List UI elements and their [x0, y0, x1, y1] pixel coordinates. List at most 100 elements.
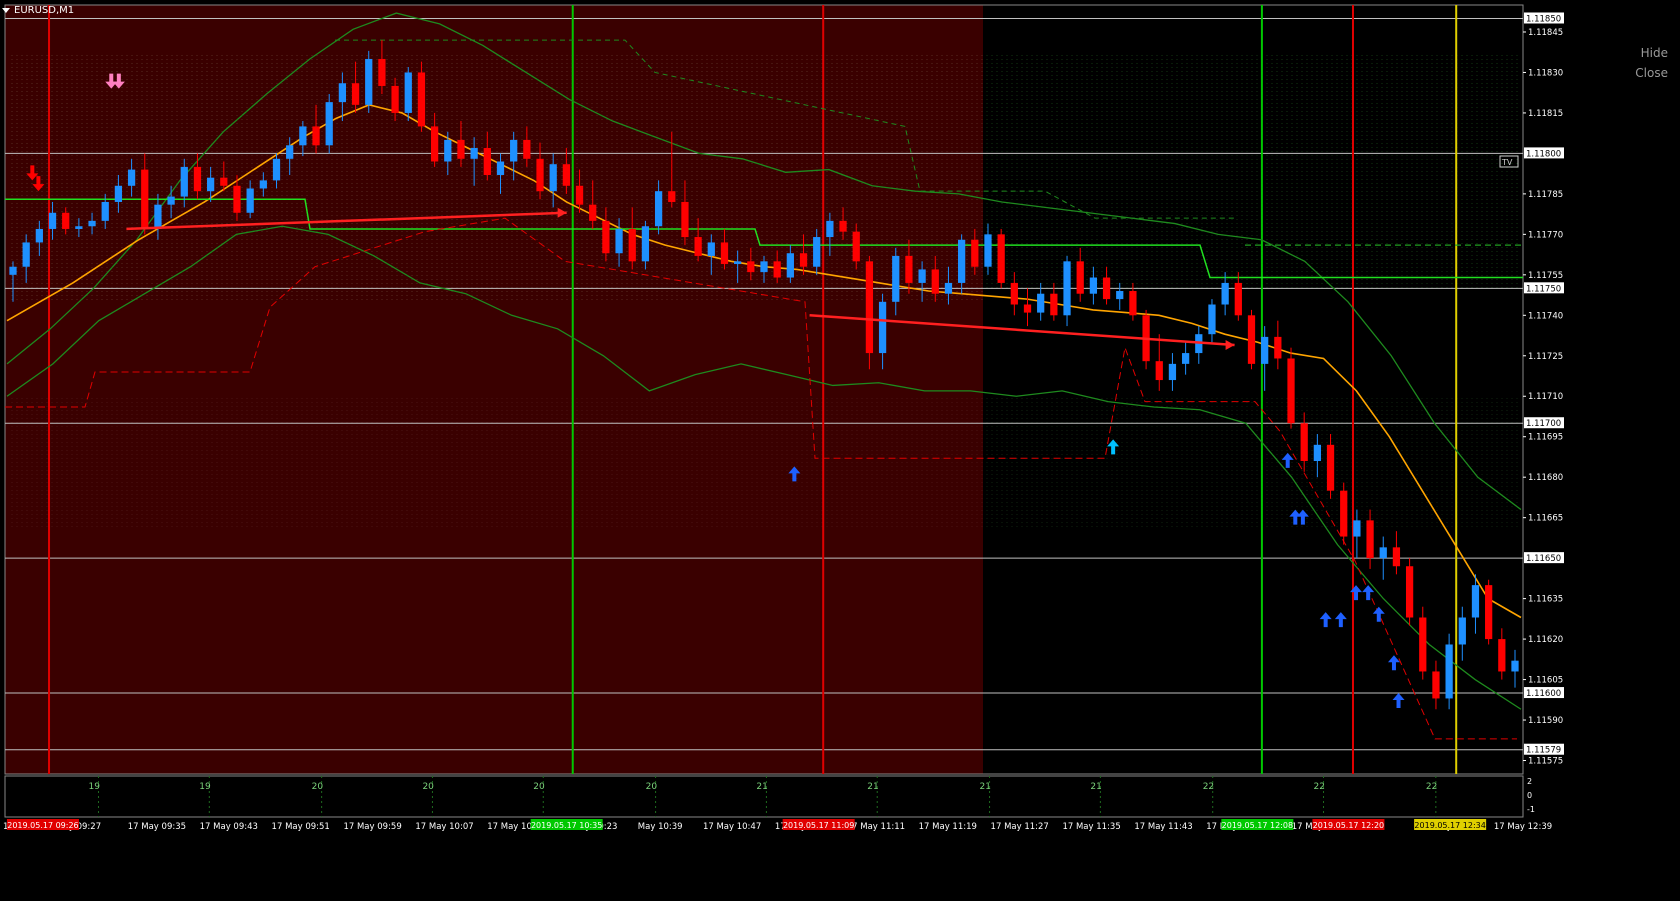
y-tick-label: 1.11740 — [1528, 311, 1563, 321]
candle-body — [984, 234, 992, 267]
y-tick-label: 1.11635 — [1528, 595, 1563, 605]
candle-body — [1221, 282, 1229, 305]
candle-body — [1050, 293, 1058, 316]
time-axis-label: 17 May 11:11 — [847, 822, 905, 832]
sub-window-label: 20 — [646, 782, 658, 792]
time-axis-label: 17 May 09:43 — [200, 822, 258, 832]
y-tick-label: 1.11725 — [1528, 352, 1563, 362]
time-axis-label: 17 May 09:51 — [272, 822, 330, 832]
candle-body — [1234, 282, 1242, 316]
candle-body — [747, 261, 755, 273]
time-highlight-label: 2019.05.17 12:34 — [1414, 821, 1485, 830]
candle-body — [602, 220, 610, 254]
candle-body — [1010, 282, 1018, 305]
sub-window-label: 22 — [1426, 782, 1437, 792]
hide-button[interactable]: Hide — [1641, 46, 1668, 60]
candle-body — [1155, 361, 1163, 381]
candle-body — [562, 164, 570, 186]
candle-body — [549, 164, 557, 192]
y-tick-label: 1.11845 — [1528, 28, 1563, 38]
buy-signal-arrow-icon — [1387, 655, 1400, 671]
y-tick-label: 1.11785 — [1528, 190, 1563, 200]
candle-body — [1116, 291, 1124, 300]
buy-signal-arrow-icon — [1372, 606, 1385, 622]
candle-body — [299, 126, 307, 146]
time-axis-label: 17 May 10:47 — [703, 822, 761, 832]
candle-body — [444, 139, 452, 162]
sub-window-scale-label: -1 — [1527, 805, 1535, 814]
candle-body — [378, 58, 386, 86]
candle-body — [88, 220, 96, 227]
candle-body — [1432, 671, 1440, 699]
time-axis-label: 17 May 10:07 — [415, 822, 473, 832]
candle-body — [734, 261, 742, 265]
candle-body — [1471, 585, 1480, 618]
candle-body — [997, 234, 1005, 283]
candle-body — [654, 191, 663, 227]
candle-body — [154, 204, 162, 229]
candle-body — [1063, 261, 1071, 316]
price-level-label: 1.11750 — [1526, 284, 1561, 294]
candle-body — [1208, 304, 1216, 335]
y-tick-label: 1.11680 — [1528, 473, 1563, 483]
candle-body — [1485, 585, 1493, 640]
buy-signal-arrow-icon — [1392, 693, 1405, 709]
candle-body — [9, 266, 17, 275]
price-chart[interactable]: 1.11850 1.11800 1.11750 1.11700 1.11650 1.116… — [0, 0, 1680, 897]
sub-window-scale-label: 0 — [1527, 791, 1532, 800]
candle-body — [259, 180, 267, 189]
candle-body — [457, 139, 465, 159]
sub-window-label: 19 — [88, 782, 100, 792]
candle-body — [246, 188, 254, 213]
candle-body — [470, 148, 478, 159]
candle-body — [1181, 353, 1190, 364]
candle-body — [483, 148, 491, 175]
time-axis-label: 17 May 09:59 — [343, 822, 401, 832]
candle-body — [1445, 644, 1453, 699]
symbol-title-text: EURUSD,M1 — [14, 4, 75, 16]
candle-body — [48, 212, 57, 229]
price-level-label: 1.11800 — [1526, 149, 1561, 159]
buy-signal-arrow-icon — [1319, 612, 1332, 628]
candle-body — [1419, 617, 1427, 672]
candle-body — [1261, 336, 1269, 364]
candle-body — [1168, 363, 1177, 381]
time-axis-label: 17 May 11:35 — [1062, 822, 1120, 832]
candle-body — [865, 261, 874, 354]
close-button[interactable]: Close — [1635, 66, 1668, 80]
y-tick-label: 1.11755 — [1528, 271, 1563, 281]
time-highlight-label: 2019.05.17 09:26 — [7, 821, 78, 830]
sub-window-label: 21 — [980, 782, 991, 792]
time-highlight-label: 2019.05.17 12:08 — [1222, 821, 1293, 830]
time-highlight-label: 2019.05.17 11:09 — [783, 821, 854, 830]
candle-body — [1313, 444, 1321, 462]
candle-body — [1089, 277, 1098, 294]
dropdown-triangle-icon[interactable] — [2, 7, 10, 13]
candle-body — [1392, 547, 1401, 567]
candle-body — [391, 85, 399, 113]
candle-body — [233, 185, 241, 213]
candle-body — [813, 237, 821, 267]
price-level-label: 1.11850 — [1526, 14, 1561, 24]
symbol-title[interactable]: EURUSD,M1 — [2, 3, 74, 17]
sub-window-label: 20 — [422, 782, 434, 792]
price-level-label: 1.11700 — [1526, 419, 1561, 429]
candle-body — [35, 228, 43, 243]
buy-signal-arrow-icon — [1362, 585, 1375, 601]
candle-body — [114, 185, 123, 202]
candle-body — [1287, 358, 1295, 424]
candle-body — [773, 261, 781, 278]
sub-window-label: 19 — [199, 782, 211, 792]
candle-body — [404, 72, 412, 113]
candle-body — [180, 166, 188, 197]
candle-body — [75, 226, 83, 229]
time-axis-label: 17 May 12:39 — [1494, 822, 1552, 832]
candle-body — [351, 83, 360, 105]
session-background — [5, 5, 983, 774]
chart-window[interactable]: 1.11850 1.11800 1.11750 1.11700 1.11650 1.116… — [0, 0, 1680, 897]
candle-body — [1037, 293, 1045, 313]
candle-body — [167, 196, 175, 205]
candle-body — [1300, 423, 1308, 462]
candle-body — [1023, 304, 1032, 313]
candle-body — [141, 169, 149, 229]
